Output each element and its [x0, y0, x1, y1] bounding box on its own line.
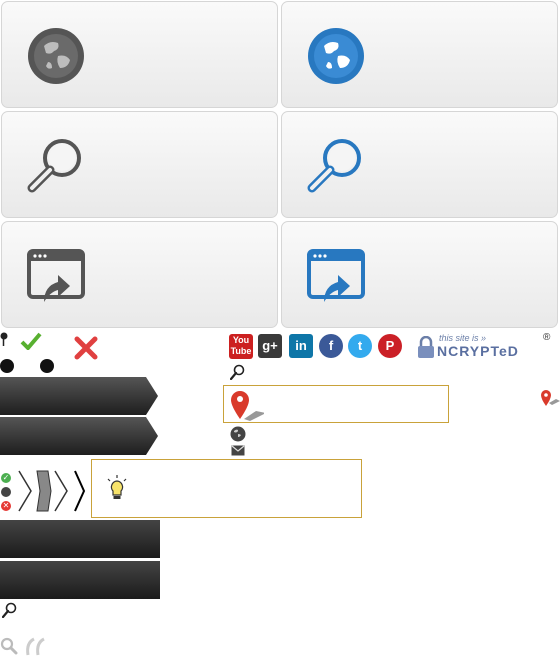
- linkedin-icon[interactable]: in: [289, 334, 313, 358]
- registered-mark: ®: [543, 332, 551, 343]
- tile-search-blue[interactable]: [281, 111, 558, 218]
- chevron-step: [74, 470, 86, 512]
- globe-icon: [230, 426, 246, 442]
- quote-icon: [26, 637, 45, 656]
- map-pin-icon: [0, 332, 8, 346]
- tile-globe-blue[interactable]: [281, 1, 558, 108]
- search-icon: [307, 139, 361, 193]
- search-icon[interactable]: [0, 637, 18, 655]
- tile-window-export-blue[interactable]: [281, 221, 558, 328]
- badge-main-text: NCRYPTeD: [437, 343, 519, 359]
- close-icon[interactable]: [74, 336, 98, 360]
- arrow-bar-button[interactable]: [0, 417, 158, 455]
- chevron-right-icon: [54, 470, 68, 512]
- lock-icon: [418, 336, 434, 358]
- window-export-icon: [307, 249, 365, 302]
- tile-search-gray[interactable]: [1, 111, 278, 218]
- dark-bar-button[interactable]: [0, 520, 160, 558]
- badge-top-text: this site is »: [439, 333, 487, 343]
- tile-window-export-gray[interactable]: [1, 221, 278, 328]
- neutral-icon: [1, 487, 11, 497]
- globe-icon: [28, 28, 84, 84]
- hint-box: [91, 459, 362, 518]
- dot-icon: [40, 359, 54, 373]
- google-plus-icon[interactable]: g+: [258, 334, 282, 358]
- chevron-right-icon: [18, 470, 32, 512]
- dot-icon: [0, 359, 14, 373]
- dark-bar-button[interactable]: [0, 561, 160, 599]
- facebook-icon[interactable]: f: [319, 334, 343, 358]
- pinterest-icon[interactable]: P: [378, 334, 402, 358]
- map-marker-icon: [541, 390, 560, 406]
- encrypted-badge: this site is » NCRYPTeD ®: [417, 332, 557, 360]
- youtube-icon[interactable]: You Tube: [229, 334, 253, 359]
- search-icon: [27, 139, 81, 193]
- arrow-bar-button[interactable]: [0, 377, 158, 415]
- map-marker-icon: [231, 391, 264, 421]
- lightbulb-icon: [107, 475, 127, 499]
- checkmark-icon: [20, 332, 42, 350]
- window-export-icon: [27, 249, 85, 302]
- search-icon[interactable]: [230, 364, 246, 380]
- globe-icon: [308, 28, 364, 84]
- error-icon: ✕: [1, 501, 11, 511]
- tile-globe-gray[interactable]: [1, 1, 278, 108]
- mail-icon[interactable]: [231, 445, 245, 456]
- chevron-step: [36, 470, 52, 512]
- twitter-icon[interactable]: t: [348, 334, 372, 358]
- search-icon[interactable]: [2, 602, 18, 618]
- location-input-box[interactable]: [223, 385, 449, 423]
- success-icon: ✓: [1, 473, 11, 483]
